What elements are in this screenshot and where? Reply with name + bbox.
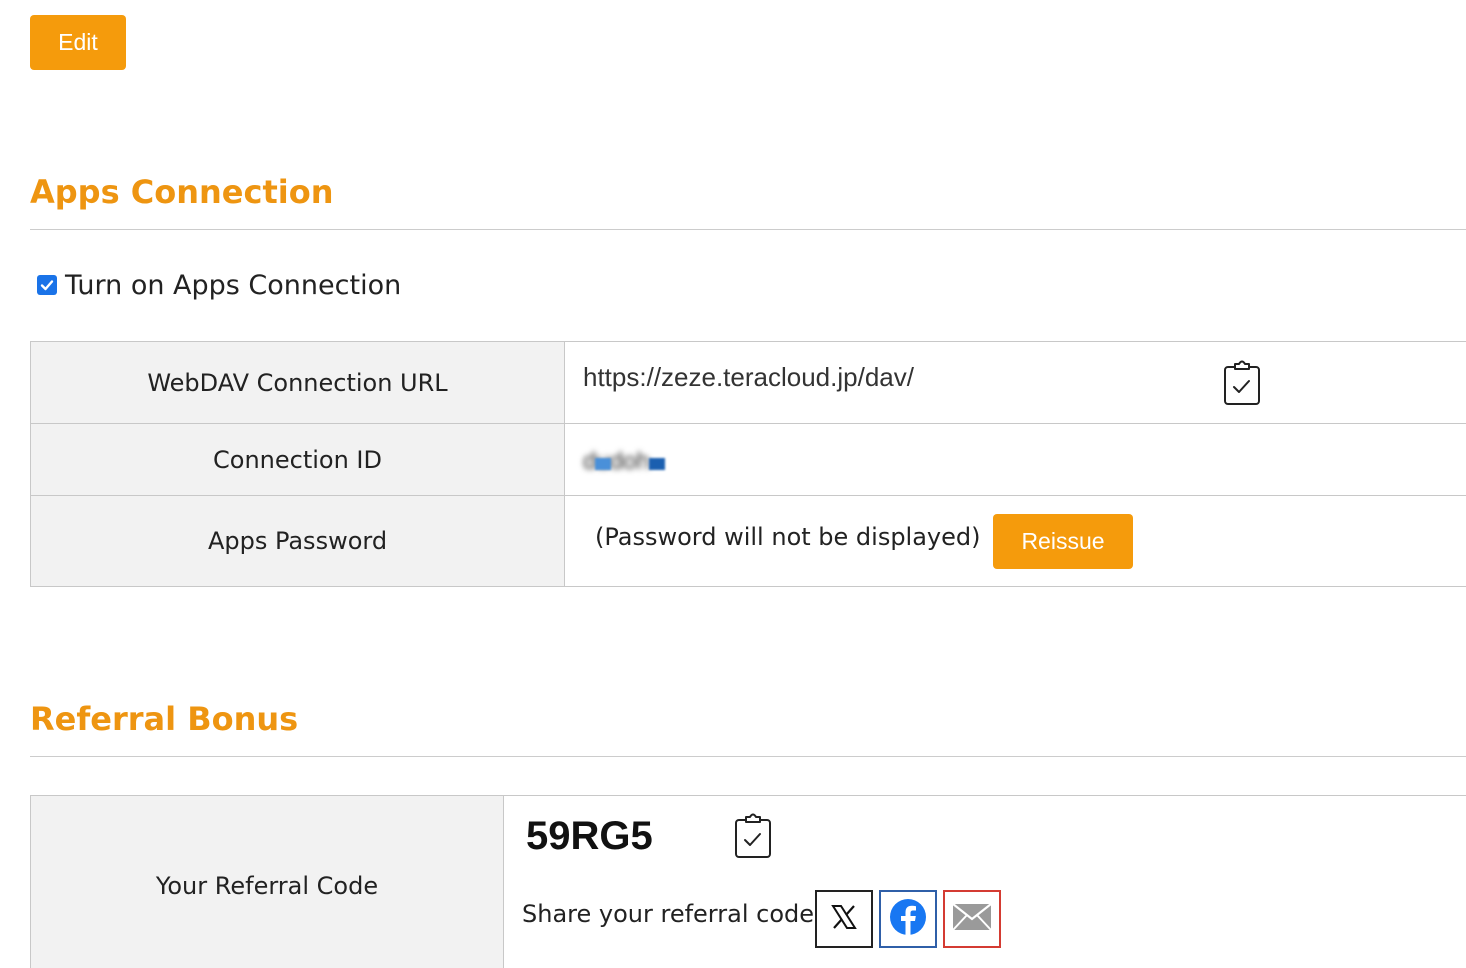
share-x-button[interactable] bbox=[815, 890, 873, 948]
facebook-icon bbox=[889, 898, 927, 941]
share-mail-button[interactable] bbox=[943, 890, 1001, 948]
referral-table: Your Referral Code 59RG5 Share your refe… bbox=[30, 795, 1466, 968]
apps-connection-toggle[interactable]: Turn on Apps Connection bbox=[37, 268, 401, 302]
reissue-button[interactable]: Reissue bbox=[993, 514, 1133, 569]
referral-code-label: Your Referral Code bbox=[30, 796, 504, 968]
edit-button[interactable]: Edit bbox=[30, 15, 126, 70]
webdav-url-cell: https://zeze.teracloud.jp/dav/ bbox=[565, 342, 1466, 423]
table-row: Connection ID dudoh bbox=[30, 424, 1466, 496]
password-hidden-note: (Password will not be displayed) bbox=[595, 523, 981, 551]
connection-id-cell: dudoh bbox=[565, 424, 1466, 495]
share-referral-label: Share your referral code: bbox=[522, 900, 823, 928]
apps-connection-table: WebDAV Connection URL https://zeze.terac… bbox=[30, 341, 1466, 587]
connection-id-value: dudoh bbox=[583, 448, 650, 475]
redaction-mark bbox=[595, 458, 611, 470]
apps-password-cell: (Password will not be displayed) Reissue bbox=[565, 496, 1466, 586]
apps-connection-toggle-label[interactable]: Turn on Apps Connection bbox=[65, 270, 401, 301]
referral-bonus-title: Referral Bonus bbox=[30, 700, 299, 738]
mail-icon bbox=[952, 902, 992, 936]
connection-id-label: Connection ID bbox=[30, 424, 565, 495]
checkbox-checked-icon[interactable] bbox=[37, 275, 57, 295]
webdav-url-value: https://zeze.teracloud.jp/dav/ bbox=[583, 362, 914, 392]
clipboard-check-icon[interactable] bbox=[733, 812, 773, 860]
apps-password-label: Apps Password bbox=[30, 496, 565, 586]
section-divider bbox=[30, 756, 1466, 757]
apps-connection-title: Apps Connection bbox=[30, 173, 334, 211]
referral-code-value: 59RG5 bbox=[526, 814, 653, 858]
redaction-mark bbox=[649, 458, 665, 470]
table-row: Apps Password (Password will not be disp… bbox=[30, 496, 1466, 587]
table-row: WebDAV Connection URL https://zeze.terac… bbox=[30, 342, 1466, 424]
referral-code-cell: 59RG5 Share your referral code: bbox=[504, 796, 1466, 968]
webdav-url-label: WebDAV Connection URL bbox=[30, 342, 565, 423]
share-facebook-button[interactable] bbox=[879, 890, 937, 948]
section-divider bbox=[30, 229, 1466, 230]
x-icon bbox=[830, 903, 858, 936]
table-row: Your Referral Code 59RG5 Share your refe… bbox=[30, 796, 1466, 968]
clipboard-check-icon[interactable] bbox=[1222, 359, 1262, 407]
